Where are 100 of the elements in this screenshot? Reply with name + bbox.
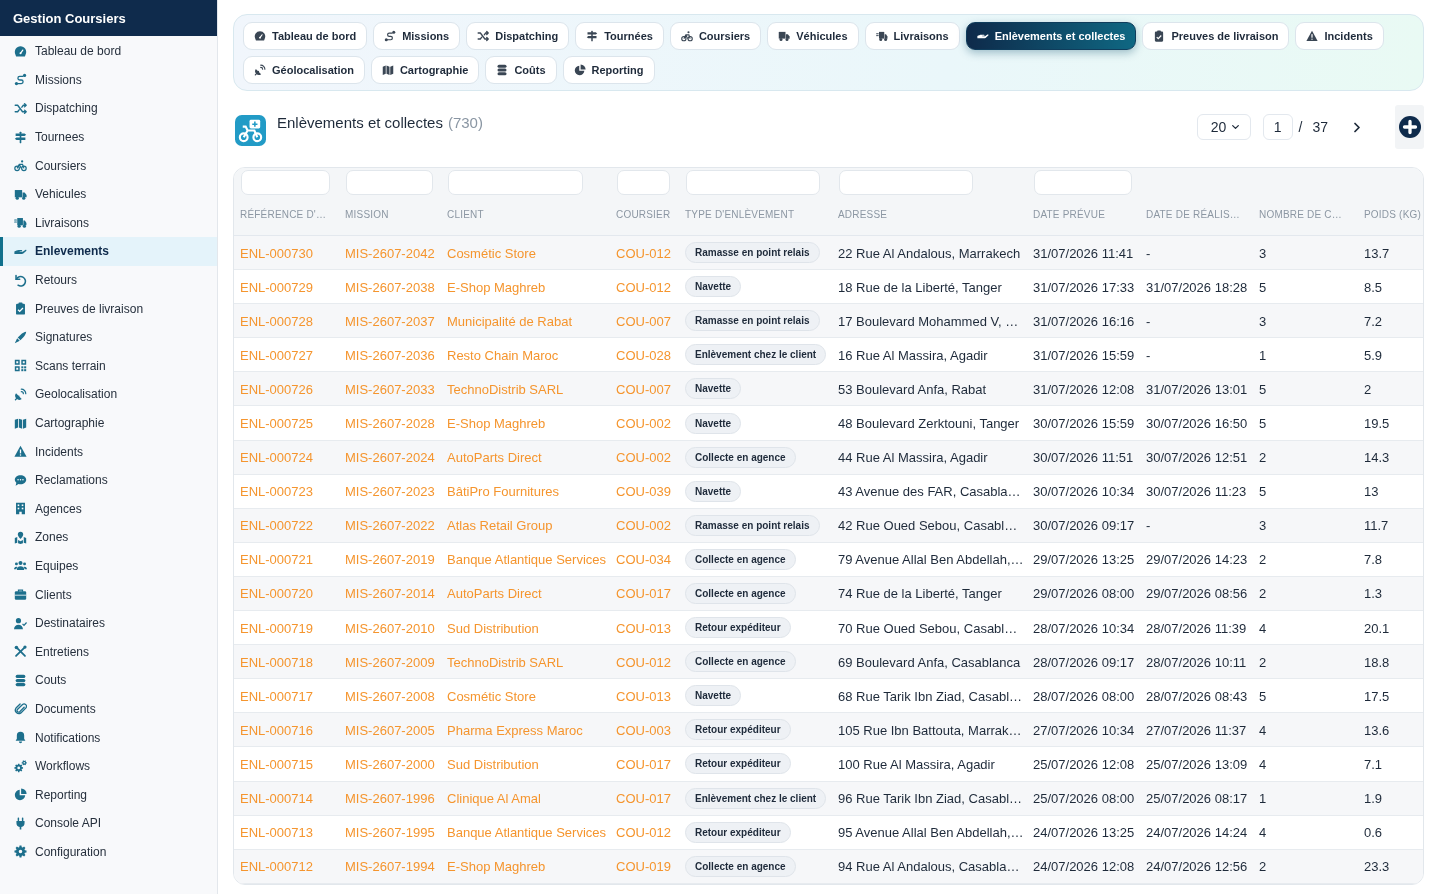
table-link[interactable]: ENL-000724 (240, 450, 313, 466)
table-link[interactable]: COU-012 (616, 825, 671, 841)
table-link[interactable]: MIS-2607-2022 (345, 518, 435, 534)
sidebar-item[interactable]: Enlevements (0, 237, 217, 266)
table-link[interactable]: MIS-2607-2042 (345, 245, 435, 261)
table-link[interactable]: ENL-000727 (240, 347, 313, 363)
table-link[interactable]: MIS-2607-2019 (345, 552, 435, 568)
table-link[interactable]: ENL-000722 (240, 518, 313, 534)
filter-field[interactable] (241, 170, 330, 195)
tab[interactable]: Incidents (1295, 22, 1384, 50)
sidebar-item[interactable]: Livraisons (0, 208, 217, 238)
table-link[interactable]: ENL-000718 (240, 654, 313, 670)
table-link[interactable]: Sud Distribution (447, 756, 539, 772)
sidebar-item[interactable]: Documents (0, 694, 217, 724)
tab[interactable]: Livraisons (864, 22, 960, 50)
table-link[interactable]: ENL-000714 (240, 791, 313, 807)
tab[interactable]: Cartographie (370, 56, 480, 84)
add-button[interactable] (1395, 105, 1424, 149)
sidebar-item[interactable]: Missions (0, 65, 217, 95)
tab[interactable]: Missions (373, 22, 461, 50)
table-link[interactable]: MIS-2607-1996 (345, 791, 435, 807)
table-link[interactable]: COU-003 (616, 722, 671, 738)
sidebar-item[interactable]: Couts (0, 666, 217, 695)
table-link[interactable]: MIS-2607-2024 (345, 450, 435, 466)
table-link[interactable]: COU-002 (616, 518, 671, 534)
table-link[interactable]: MIS-2607-2008 (345, 688, 435, 704)
table-link[interactable]: ENL-000729 (240, 279, 313, 295)
table-link[interactable]: COU-007 (616, 313, 671, 329)
table-link[interactable]: COU-002 (616, 416, 671, 431)
sidebar-item[interactable]: Geolocalisation (0, 380, 217, 409)
table-link[interactable]: MIS-2607-2014 (345, 586, 435, 602)
filter-field[interactable] (448, 170, 583, 195)
sidebar-item[interactable]: Configuration (0, 837, 217, 867)
table-link[interactable]: Cosmétic Store (447, 688, 536, 704)
table-link[interactable]: Cosmétic Store (447, 245, 536, 261)
table-link[interactable]: ENL-000725 (240, 416, 313, 431)
tab[interactable]: Tournées (575, 22, 664, 50)
table-link[interactable]: ENL-000712 (240, 859, 313, 875)
sidebar-item[interactable]: Dispatching (0, 94, 217, 123)
table-link[interactable]: COU-028 (616, 347, 671, 363)
table-link[interactable]: TechnoDistrib SARL (447, 654, 564, 670)
sidebar-item[interactable]: Workflows (0, 751, 217, 781)
sidebar-item[interactable]: Preuves de livraison (0, 294, 217, 323)
table-link[interactable]: COU-007 (616, 381, 671, 397)
table-link[interactable]: MIS-2607-2010 (345, 620, 435, 636)
sidebar-item[interactable]: Console API (0, 809, 217, 838)
sidebar-item[interactable]: Destinataires (0, 608, 217, 638)
sidebar-item[interactable]: Retours (0, 265, 217, 295)
table-link[interactable]: COU-012 (616, 279, 671, 295)
tab[interactable]: Véhicules (767, 22, 859, 50)
table-link[interactable]: MIS-2607-2038 (345, 279, 435, 295)
sidebar-item[interactable]: Zones (0, 523, 217, 552)
table-link[interactable]: Banque Atlantique Services (447, 552, 606, 568)
table-link[interactable]: Atlas Retail Group (447, 518, 553, 534)
table-link[interactable]: E-Shop Maghreb (447, 279, 546, 295)
table-link[interactable]: TechnoDistrib SARL (447, 381, 564, 397)
sidebar-item[interactable]: Notifications (0, 723, 217, 752)
table-link[interactable]: ENL-000715 (240, 756, 313, 772)
table-link[interactable]: AutoParts Direct (447, 450, 542, 466)
tab[interactable]: Preuves de livraison (1142, 22, 1290, 50)
sidebar-item[interactable]: Signatures (0, 322, 217, 352)
sidebar-item[interactable]: Agences (0, 494, 217, 524)
tab[interactable]: Tableau de bord (243, 22, 368, 50)
table-link[interactable]: MIS-2607-2036 (345, 347, 435, 363)
table-link[interactable]: COU-012 (616, 245, 671, 261)
sidebar-item[interactable]: Entretiens (0, 637, 217, 667)
table-link[interactable]: ENL-000726 (240, 381, 313, 397)
filter-field[interactable] (1034, 170, 1132, 195)
tab[interactable]: Enlèvements et collectes (965, 22, 1137, 50)
table-link[interactable]: E-Shop Maghreb (447, 416, 546, 431)
sidebar-item[interactable]: Equipes (0, 551, 217, 581)
table-link[interactable]: BâtiPro Fournitures (447, 484, 559, 500)
tab[interactable]: Coursiers (669, 22, 762, 50)
table-link[interactable]: COU-039 (616, 484, 671, 500)
table-link[interactable]: COU-017 (616, 791, 671, 807)
table-link[interactable]: ENL-000713 (240, 825, 313, 841)
table-link[interactable]: Banque Atlantique Services (447, 825, 606, 841)
table-link[interactable]: ENL-000720 (240, 586, 313, 602)
filter-field[interactable] (617, 170, 670, 195)
tab[interactable]: Coûts (485, 56, 557, 84)
table-link[interactable]: AutoParts Direct (447, 586, 542, 602)
sidebar-item[interactable]: Cartographie (0, 408, 217, 438)
table-link[interactable]: ENL-000721 (240, 552, 313, 568)
table-link[interactable]: ENL-000716 (240, 722, 313, 738)
table-link[interactable]: MIS-2607-2009 (345, 654, 435, 670)
table-link[interactable]: COU-017 (616, 586, 671, 602)
page-input[interactable]: 1 (1262, 114, 1293, 140)
table-link[interactable]: MIS-2607-2037 (345, 313, 435, 329)
filter-field[interactable] (346, 170, 433, 195)
table-link[interactable]: MIS-2607-2023 (345, 484, 435, 500)
table-link[interactable]: MIS-2607-1995 (345, 825, 435, 841)
table-link[interactable]: E-Shop Maghreb (447, 859, 546, 875)
sidebar-item[interactable]: Clients (0, 580, 217, 609)
table-link[interactable]: MIS-2607-2005 (345, 722, 435, 738)
sidebar-item[interactable]: Tournees (0, 122, 217, 152)
table-link[interactable]: MIS-2607-2028 (345, 416, 435, 431)
tab[interactable]: Reporting (562, 56, 655, 84)
table-link[interactable]: COU-013 (616, 688, 671, 704)
table-link[interactable]: COU-012 (616, 654, 671, 670)
table-link[interactable]: ENL-000723 (240, 484, 313, 500)
